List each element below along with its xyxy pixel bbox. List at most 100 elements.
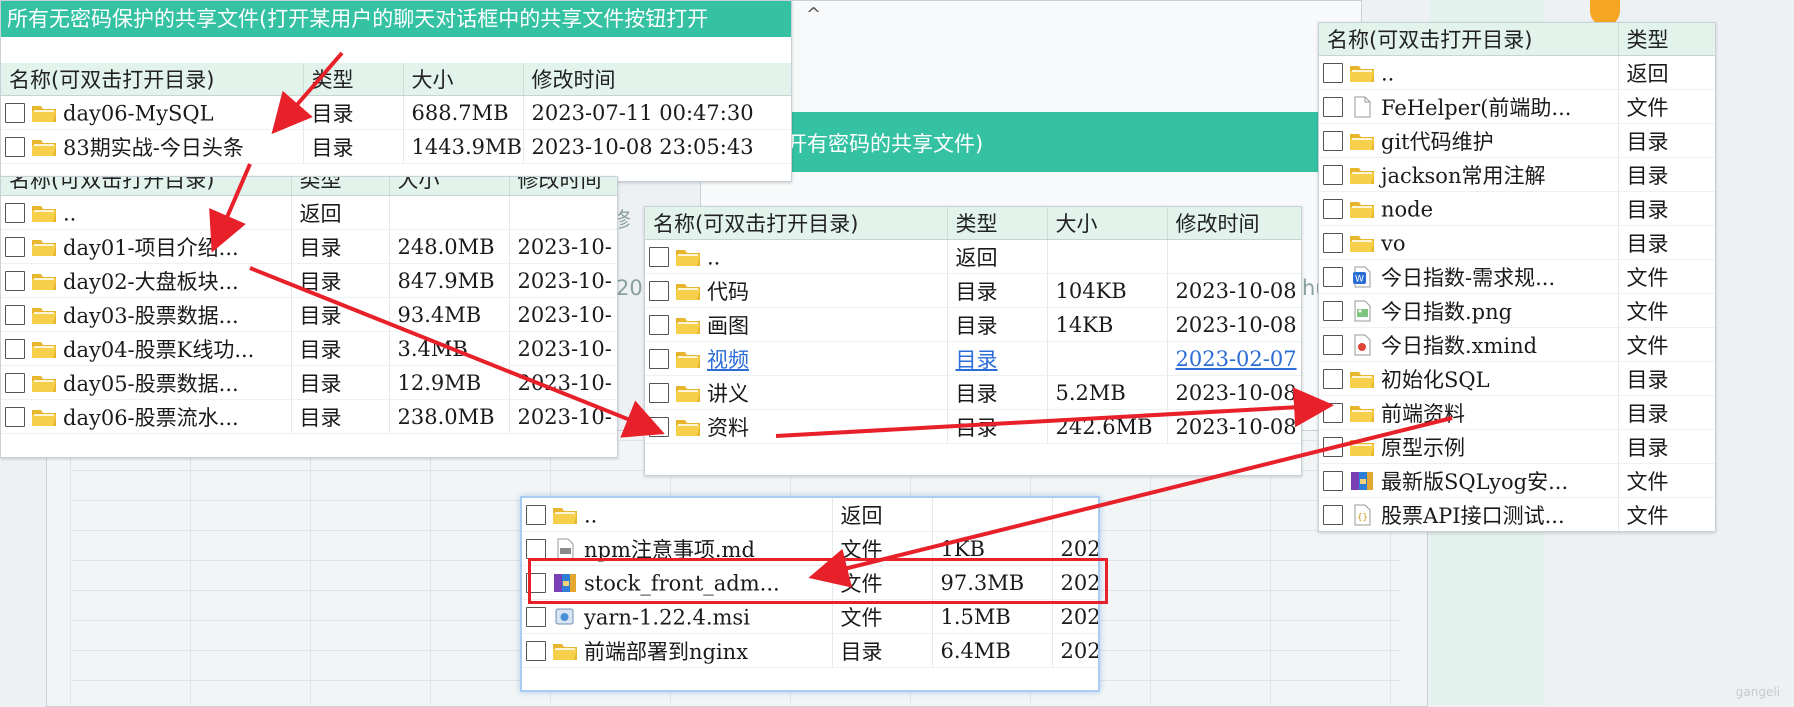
row-checkbox[interactable] xyxy=(649,280,669,301)
table-row[interactable]: day01-项目介绍... 目录 248.0MB 2023-10- xyxy=(1,229,617,264)
table-row[interactable]: 讲义 目录 5.2MB 2023-10-08 xyxy=(645,375,1301,410)
table-row[interactable]: 代码 目录 104KB 2023-10-08 xyxy=(645,273,1301,308)
name-cell[interactable]: 原型示例 xyxy=(1319,429,1619,464)
table-row[interactable]: day02-大盘板块... 目录 847.9MB 2023-10- xyxy=(1,263,617,298)
name-cell[interactable]: day02-大盘板块... xyxy=(1,263,292,298)
row-checkbox[interactable] xyxy=(5,304,25,325)
table-row[interactable]: git代码维护目录390K xyxy=(1319,123,1715,158)
table-row[interactable]: day06-MySQL 目录 688.7MB 2023-07-11 00:47:30 xyxy=(1,95,791,130)
row-checkbox[interactable] xyxy=(1323,199,1343,220)
column-header[interactable]: 名称(可双击打开目录) xyxy=(1,63,304,96)
type-link[interactable]: 目录 xyxy=(956,348,998,372)
name-cell[interactable]: .. xyxy=(522,498,833,532)
row-checkbox[interactable] xyxy=(649,348,669,369)
table-row[interactable]: .. 返回 xyxy=(1,195,617,230)
column-header[interactable]: 修改时间 xyxy=(1167,207,1301,240)
column-header[interactable]: 修改时间 xyxy=(509,177,617,196)
table-row[interactable]: day05-股票数据... 目录 12.9MB 2023-10- xyxy=(1,365,617,400)
column-header[interactable]: 名称(可双击打开目录) xyxy=(645,207,948,240)
row-checkbox[interactable] xyxy=(649,382,669,403)
row-checkbox[interactable] xyxy=(649,314,669,335)
column-header[interactable]: 名称(可双击打开目录) xyxy=(1319,23,1619,56)
table-row[interactable]: 画图 目录 14KB 2023-10-08 xyxy=(645,307,1301,342)
row-checkbox[interactable] xyxy=(649,247,669,268)
table-row[interactable]: FeHelper(前端助...文件335K xyxy=(1319,89,1715,124)
name-cell[interactable]: W 今日指数-需求规... xyxy=(1319,259,1619,294)
column-header[interactable]: 大小 xyxy=(1047,207,1168,240)
table-row[interactable]: 最新版SQLyog安...文件18.2 xyxy=(1319,463,1715,498)
row-checkbox[interactable] xyxy=(5,236,25,257)
row-checkbox[interactable] xyxy=(526,505,546,526)
row-checkbox[interactable] xyxy=(1323,504,1343,525)
name-cell[interactable]: 画图 xyxy=(645,307,948,342)
row-checkbox[interactable] xyxy=(1323,402,1343,423)
table-row[interactable]: 83期实战-今日头条 目录 1443.9MB 2023-10-08 23:05:43 xyxy=(1,129,791,164)
name-cell[interactable]: .. xyxy=(1,195,292,230)
column-header[interactable]: 类型 xyxy=(1618,23,1715,56)
name-cell[interactable]: 最新版SQLyog安... xyxy=(1319,463,1619,498)
column-header[interactable]: 类型 xyxy=(303,63,404,96)
row-checkbox[interactable] xyxy=(5,406,25,427)
table-row[interactable]: 前端资料目录105. xyxy=(1319,395,1715,430)
name-cell[interactable]: 83期实战-今日头条 xyxy=(1,129,304,164)
row-checkbox[interactable] xyxy=(1323,164,1343,185)
table-row[interactable]: .. 返回 xyxy=(1319,55,1715,90)
table-row[interactable]: jackson常用注解目录100K xyxy=(1319,157,1715,192)
row-checkbox[interactable] xyxy=(5,338,25,359)
name-cell[interactable]: jackson常用注解 xyxy=(1319,157,1619,192)
row-checkbox[interactable] xyxy=(1323,470,1343,491)
name-cell[interactable]: 讲义 xyxy=(645,375,948,410)
row-checkbox[interactable] xyxy=(1323,334,1343,355)
name-cell[interactable]: node xyxy=(1319,191,1619,226)
row-checkbox[interactable] xyxy=(1323,96,1343,117)
name-cell[interactable]: git代码维护 xyxy=(1319,123,1619,158)
table-row[interactable]: 今日指数.png文件1.3M xyxy=(1319,293,1715,328)
table-row[interactable]: 初始化SQL目录23.2 xyxy=(1319,361,1715,396)
name-cell[interactable]: 今日指数.png xyxy=(1319,293,1619,328)
collapse-icon[interactable]: ^ xyxy=(806,4,821,25)
column-header[interactable]: 修改时间 xyxy=(523,63,791,96)
row-checkbox[interactable] xyxy=(5,270,25,291)
table-row[interactable]: day06-股票流水... 目录 238.0MB 2023-10- xyxy=(1,399,617,434)
row-checkbox[interactable] xyxy=(1323,130,1343,151)
row-checkbox[interactable] xyxy=(5,136,25,157)
column-header[interactable]: 类型 xyxy=(947,207,1048,240)
name-cell[interactable]: day06-MySQL xyxy=(1,95,304,130)
table-row[interactable]: day04-股票K线功... 目录 3.4MB 2023-10- xyxy=(1,331,617,366)
row-checkbox[interactable] xyxy=(5,203,25,224)
column-header[interactable]: 大小 xyxy=(389,177,510,196)
name-cell[interactable]: 代码 xyxy=(645,273,948,308)
time-link[interactable]: 2023-02-07 xyxy=(1176,347,1297,371)
row-checkbox[interactable] xyxy=(1323,266,1343,287)
table-row[interactable]: vo目录5KB xyxy=(1319,225,1715,260)
row-checkbox[interactable] xyxy=(5,372,25,393)
name-cell[interactable]: yarn-1.22.4.msi xyxy=(522,599,833,634)
row-checkbox[interactable] xyxy=(649,416,669,437)
table-row[interactable]: .. 返回 xyxy=(645,239,1301,274)
table-row[interactable]: 资料 目录 242.6MB 2023-10-08 xyxy=(645,409,1301,444)
table-row[interactable]: day03-股票数据... 目录 93.4MB 2023-10- xyxy=(1,297,617,332)
table-row[interactable]: {}股票API接口测试...文件22KB xyxy=(1319,497,1715,531)
name-cell[interactable]: day05-股票数据... xyxy=(1,365,292,400)
name-cell[interactable]: day01-项目介绍... xyxy=(1,229,292,264)
row-checkbox[interactable] xyxy=(1323,300,1343,321)
name-cell[interactable]: {} 股票API接口测试... xyxy=(1319,497,1619,531)
row-checkbox[interactable] xyxy=(1323,233,1343,254)
name-cell[interactable]: .. xyxy=(645,239,948,274)
table-row[interactable]: .. 返回 xyxy=(522,498,1098,532)
name-cell[interactable]: 前端资料 xyxy=(1319,395,1619,430)
name-cell[interactable]: .. xyxy=(1319,55,1619,90)
name-cell[interactable]: vo xyxy=(1319,225,1619,260)
table-row[interactable]: 前端部署到nginx 目录 6.4MB 202 xyxy=(522,633,1098,668)
name-cell[interactable]: FeHelper(前端助... xyxy=(1319,89,1619,124)
row-checkbox[interactable] xyxy=(5,103,25,124)
name-cell[interactable]: 初始化SQL xyxy=(1319,361,1619,396)
name-cell[interactable]: 前端部署到nginx xyxy=(522,633,833,668)
table-row[interactable]: 今日指数.xmind文件133K xyxy=(1319,327,1715,362)
name-cell[interactable]: day03-股票数据... xyxy=(1,297,292,332)
name-cell[interactable]: day04-股票K线功... xyxy=(1,331,292,366)
table-row[interactable]: node目录92.6 xyxy=(1319,191,1715,226)
name-cell[interactable]: 视频 xyxy=(645,341,948,376)
name-cell[interactable]: day06-股票流水... xyxy=(1,399,292,434)
file-name-link[interactable]: 视频 xyxy=(707,348,749,372)
